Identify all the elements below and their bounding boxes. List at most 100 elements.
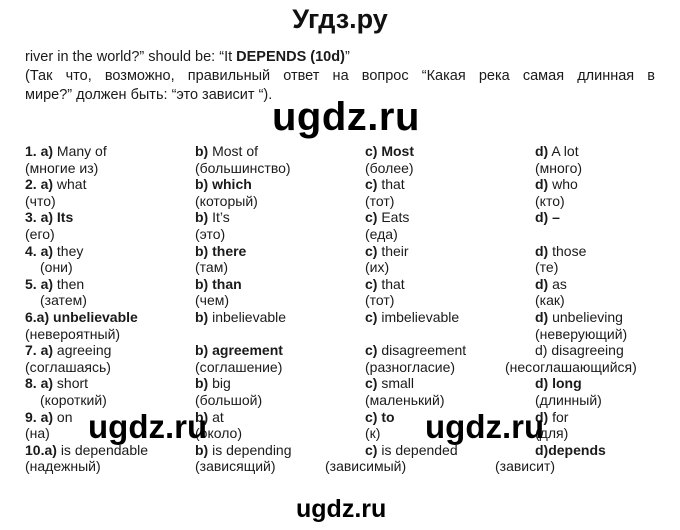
option-label: b) [195,342,209,359]
option-text: Eats [381,209,410,226]
option-a: 3. a) Its [25,209,73,226]
option-text: unbelieving [552,308,623,325]
option-label: b) [195,242,209,259]
option-translation: (который) [195,192,258,209]
option-translation: (много) [535,159,583,176]
option-text: unbelievable [53,308,138,325]
option-text: agreeing [56,342,112,359]
option-translation: (затем) [40,292,87,309]
option-text: – [552,209,560,226]
option-translation: (как) [535,292,565,309]
option-translation: (невероятный) [25,325,121,342]
option-label: b) [195,176,209,193]
option-text: than [212,275,242,292]
option-text: that [381,275,405,292]
option-text: for [552,408,569,425]
option-label: d) [535,342,548,359]
option-a: 1. a) Many of [25,143,107,160]
option-translation: (маленький) [365,391,445,408]
option-text: It’s [212,209,230,226]
option-text: on [56,408,73,425]
option-text: disagreement [381,342,467,359]
option-label: 9. a) [25,408,54,425]
option-label: b) [195,209,209,226]
option-b: b) than [195,276,242,293]
option-translation: (зависимый) [325,458,407,475]
option-translation: (большой) [195,391,263,408]
option-text: small [381,375,415,392]
option-text: depends [548,441,606,458]
option-a: 7. a) agreeing [25,342,111,359]
option-c: c) their [365,243,409,260]
option-translation: (они) [40,259,73,276]
option-d: d) disagreeing [535,342,624,359]
option-label: b) [195,308,209,325]
watermark-mid-right: ugdz.ru [425,408,545,445]
option-translation: (те) [535,259,559,276]
option-label: c) [365,441,378,458]
option-label: c) [365,275,378,292]
option-b: b) is depending [195,442,292,459]
option-translation: (несоглашающийся) [505,358,637,375]
option-text: big [212,375,231,392]
option-c: c) that [365,276,405,293]
option-label: 4. a) [25,242,54,259]
option-d: d) as [535,276,567,293]
option-b: b) It’s [195,209,230,226]
option-b: b) agreement [195,342,283,359]
option-text: as [552,275,567,292]
option-translation: (многие из) [25,159,99,176]
option-a: 8. a) short [25,375,88,392]
option-a: 5. a) then [25,276,84,293]
option-label: 7. a) [25,342,54,359]
option-d: d)depends [535,442,606,459]
option-translation: (соглашение) [195,358,283,375]
option-translation: (короткий) [40,391,107,408]
option-a: 9. a) on [25,409,72,426]
option-c: c) that [365,176,405,193]
option-translation: (их) [365,259,390,276]
option-translation: (неверующий) [535,325,628,342]
intro-line-2: (Так что, возможно, правильный ответ на … [25,68,655,84]
option-text: disagreeing [551,342,624,359]
option-d: d) – [535,209,560,226]
option-c: c) Eats [365,209,409,226]
option-label: d) [535,308,549,325]
option-text: those [552,242,587,259]
option-label: b) [195,375,209,392]
option-label: d) [535,275,549,292]
option-label: 5. a) [25,275,54,292]
option-label: b) [195,275,209,292]
option-translation: (разногласие) [365,358,456,375]
watermark-bottom: ugdz.ru [296,495,387,523]
option-text: to [381,408,395,425]
option-translation: (большинство) [195,159,291,176]
option-label: 6.a) [25,308,50,325]
option-text: then [56,275,85,292]
option-c: c) small [365,375,414,392]
option-text: who [552,176,578,193]
option-label: d) [535,242,549,259]
option-translation: (кто) [535,192,565,209]
option-a: 4. a) they [25,243,83,260]
option-text: Many of [56,143,107,159]
option-d: d) those [535,243,586,260]
option-label: c) [365,408,378,425]
option-label: 2. a) [25,176,54,193]
option-text: long [552,375,582,392]
option-translation: (тот) [365,192,395,209]
option-d: d) who [535,176,578,193]
option-a: 2. a) what [25,176,86,193]
option-text: what [56,176,87,193]
option-label: c) [365,308,378,325]
option-text: short [56,375,89,392]
option-text: their [381,242,409,259]
option-label: c) [365,176,378,193]
option-translation: (соглашаясь) [25,358,111,375]
option-label: 1. a) [25,143,54,159]
option-label: d) [535,375,549,392]
watermark-main: ugdz.ru [272,95,420,139]
option-label: c) [365,375,378,392]
option-text: Its [56,209,74,226]
option-translation: (еда) [365,225,398,242]
